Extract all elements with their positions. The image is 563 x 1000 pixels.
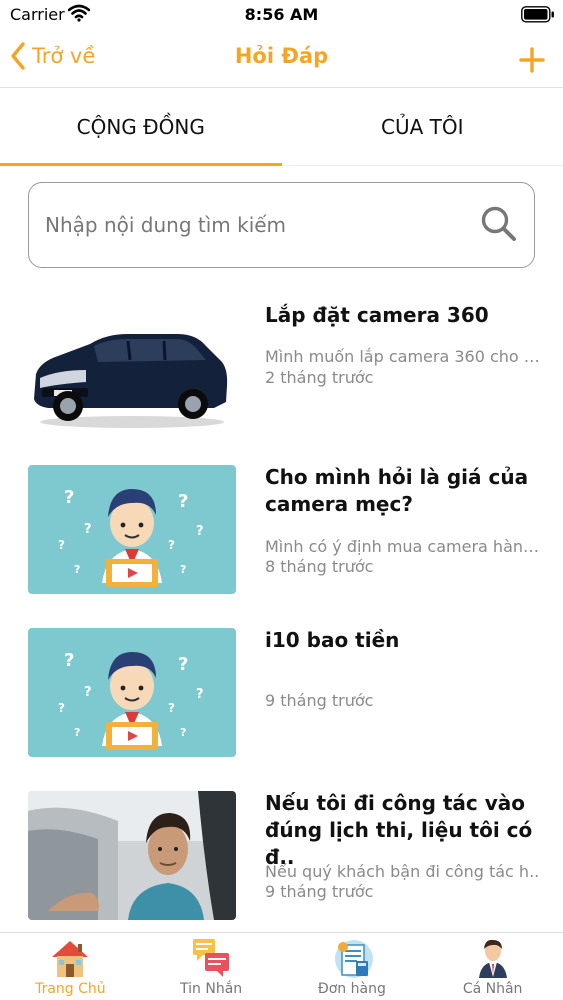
question-title: Nếu tôi đi công tác vào đúng lịch thi, l… [265, 791, 533, 869]
question-illustration: ? ? ? ? ? ? ? ? [28, 628, 236, 757]
add-question-button[interactable] [519, 47, 545, 73]
svg-text:?: ? [84, 522, 92, 537]
svg-text:?: ? [180, 726, 186, 739]
question-time: 9 tháng trước [265, 691, 374, 710]
svg-text:?: ? [196, 524, 204, 539]
search-input[interactable] [45, 183, 465, 267]
tab-bar-item-home[interactable]: Trang Chủ [0, 933, 141, 1000]
svg-text:?: ? [84, 685, 92, 700]
tab-bar-item-profile[interactable]: Cá Nhân [422, 933, 563, 1000]
tab-bar-label: Cá Nhân [462, 981, 523, 997]
tab-bar-item-messages[interactable]: Tin Nhắn [141, 933, 282, 1000]
question-time: 2 tháng trước [265, 368, 374, 387]
status-bar: Carrier 8:56 AM [0, 0, 563, 30]
question-time: 9 tháng trước [265, 882, 374, 901]
question-title: i10 bao tiền [265, 628, 400, 652]
back-label: Trở về [32, 44, 96, 68]
svg-text:?: ? [180, 563, 186, 576]
search-icon[interactable] [480, 205, 518, 243]
back-button[interactable]: Trở về [10, 42, 95, 70]
profile-icon [478, 939, 507, 978]
home-icon [52, 941, 89, 977]
svg-text:?: ? [74, 726, 80, 739]
orders-icon [334, 940, 373, 978]
search-box [28, 182, 535, 268]
question-preview: Mình có ý định mua camera hành.. [265, 537, 540, 556]
question-preview: Mình muốn lắp camera 360 cho x.. [265, 347, 540, 366]
svg-text:?: ? [64, 650, 74, 671]
messages-icon [193, 939, 230, 977]
question-time: 8 tháng trước [265, 557, 374, 576]
car-image [28, 304, 236, 433]
svg-text:?: ? [64, 487, 74, 508]
svg-text:?: ? [58, 701, 65, 715]
tab-bar-label: Trang Chủ [35, 981, 106, 997]
question-title: Cho mình hỏi là giá của camera mẹc? [265, 465, 529, 516]
segment-tabs: CỘNG ĐỒNG CỦA TÔI [0, 88, 563, 166]
question-item[interactable]: ? ? ? ? ? ? ? ? i10 bao tiền 9 tháng trư… [0, 625, 563, 765]
tab-community[interactable]: CỘNG ĐỒNG [0, 88, 282, 166]
question-preview: Nếu quý khách bận đi công tác h.. [265, 862, 540, 881]
svg-text:?: ? [58, 538, 65, 552]
tab-bar-item-orders[interactable]: Đơn hàng [282, 933, 423, 1000]
question-item[interactable]: Nếu tôi đi công tác vào đúng lịch thi, l… [0, 788, 563, 928]
svg-text:?: ? [168, 701, 175, 715]
navigation-bar: Trở về Hỏi Đáp [0, 30, 563, 88]
svg-text:?: ? [178, 491, 188, 512]
svg-text:?: ? [74, 563, 80, 576]
bottom-tab-bar: Trang Chủ Tin Nhắn Đơn hàng Cá Nhân [0, 932, 563, 1000]
driver-photo [28, 791, 236, 920]
svg-text:?: ? [196, 687, 204, 702]
question-illustration: ? ? ? ? ? ? ? ? [28, 465, 236, 594]
chevron-left-icon [11, 42, 25, 70]
svg-text:?: ? [178, 654, 188, 675]
question-item[interactable]: ? ? ? ? ? ? ? ? Cho mình hỏi là giá của … [0, 462, 563, 602]
question-item[interactable]: Lắp đặt camera 360 Mình muốn lắp camera … [0, 290, 563, 440]
tab-bar-label: Đơn hàng [317, 981, 386, 997]
clock: 8:56 AM [244, 5, 319, 24]
question-title: Lắp đặt camera 360 [265, 303, 489, 327]
tab-mine[interactable]: CỦA TÔI [282, 88, 563, 165]
svg-text:?: ? [168, 538, 175, 552]
tab-bar-label: Tin Nhắn [180, 981, 243, 997]
battery-icon [521, 6, 554, 23]
